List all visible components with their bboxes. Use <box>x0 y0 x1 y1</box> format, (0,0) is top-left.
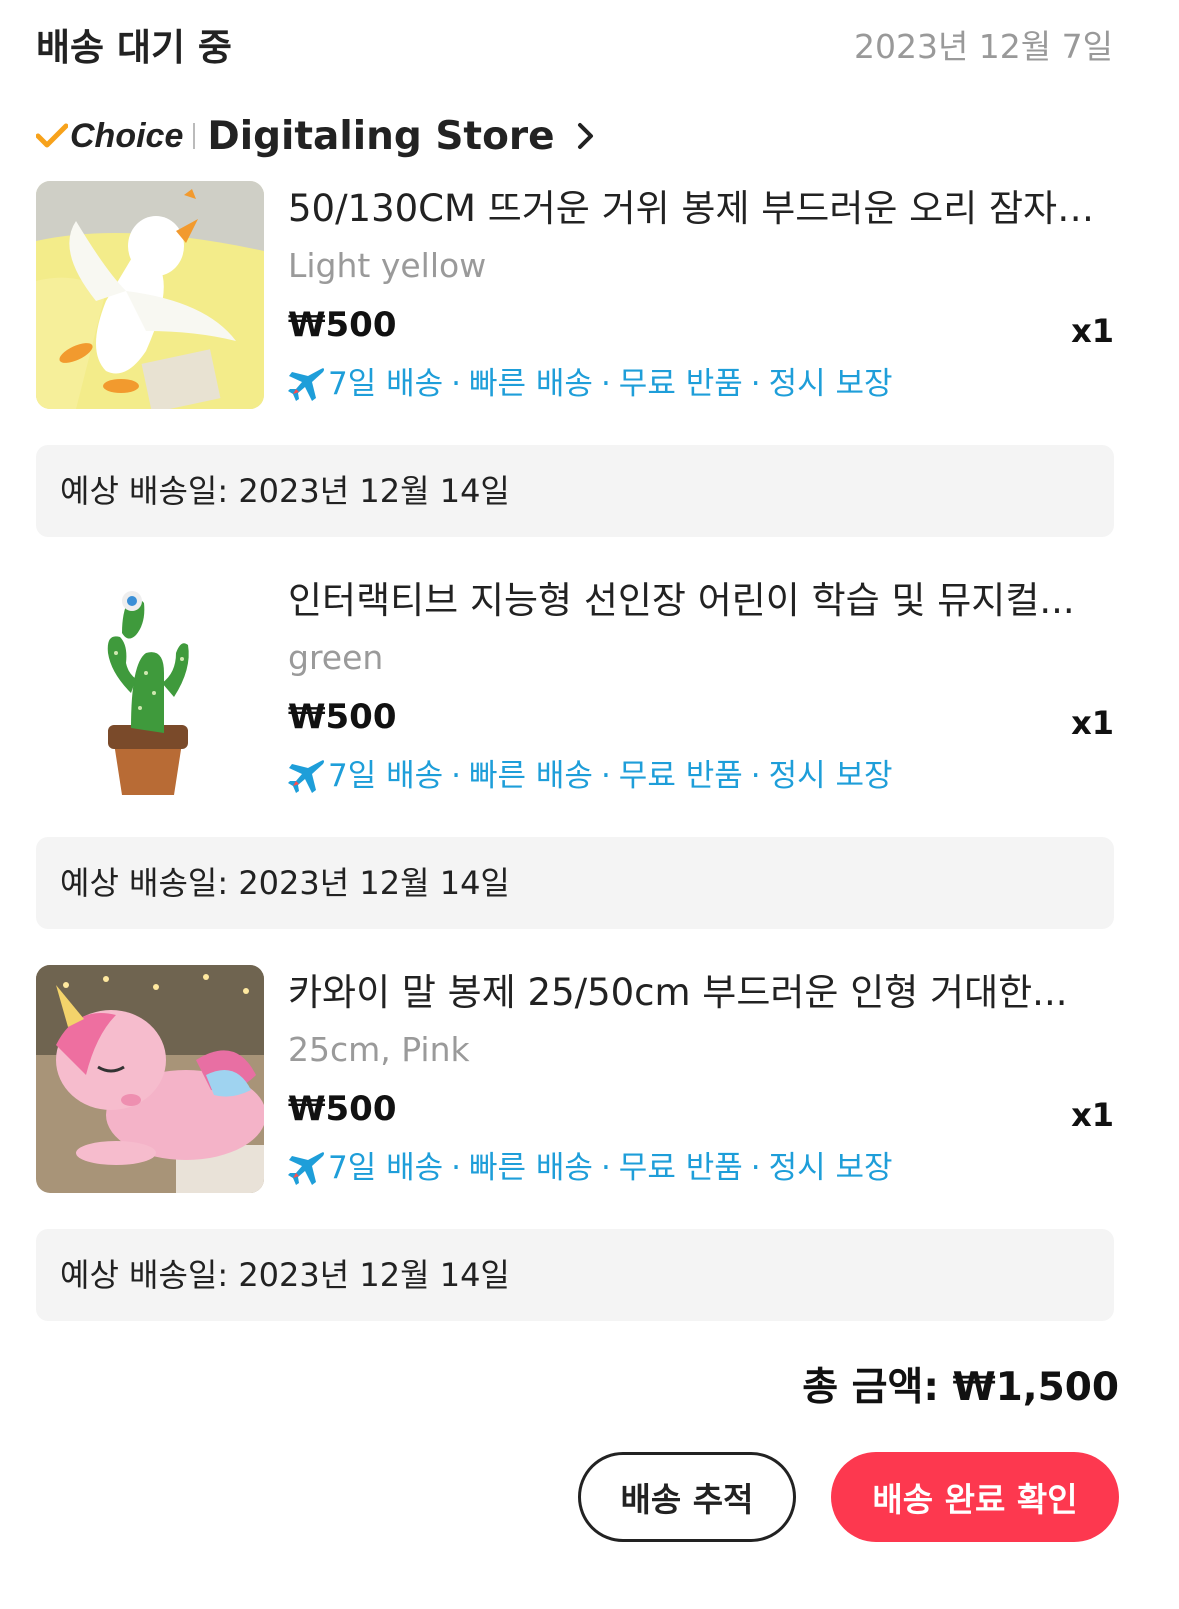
shipping-tag: 정시 보장 <box>768 366 893 402</box>
checkmark-icon <box>36 123 68 148</box>
product-title[interactable]: 50/130CM 뜨거운 거위 봉제 부드러운 오리 잠자… <box>288 181 1114 237</box>
product-variant: Light yellow <box>288 246 487 285</box>
estimated-delivery: 예상 배송일: 2023년 12월 14일 <box>36 837 1114 929</box>
airplane-icon <box>288 368 325 401</box>
track-shipment-button[interactable]: 배송 추적 <box>578 1452 796 1542</box>
confirm-delivery-button[interactable]: 배송 완료 확인 <box>831 1452 1119 1542</box>
shipping-tag: 빠른 배송 <box>469 1150 593 1186</box>
shipping-tags: 7일 배송 · 빠른 배송 · 무료 반품 · 정시 보장 <box>288 361 893 407</box>
choice-badge-label: Choice <box>70 116 184 155</box>
product-image-unicorn[interactable] <box>36 965 264 1193</box>
order-item[interactable]: 인터랙티브 지능형 선인장 어린이 학습 및 뮤지컬... green ₩500… <box>36 573 1114 805</box>
shipping-tag: 무료 반품 <box>618 758 743 794</box>
tag-separator: · <box>600 1150 611 1186</box>
shipping-tags: 7일 배송 · 빠른 배송 · 무료 반품 · 정시 보장 <box>288 753 893 799</box>
order-item[interactable]: 카와이 말 봉제 25/50cm 부드러운 인형 거대한... 25cm, Pi… <box>36 965 1114 1197</box>
product-title[interactable]: 인터랙티브 지능형 선인장 어린이 학습 및 뮤지컬... <box>288 573 1114 629</box>
tag-separator: · <box>750 1150 761 1186</box>
product-title[interactable]: 카와이 말 봉제 25/50cm 부드러운 인형 거대한... <box>288 965 1114 1021</box>
tag-separator: · <box>451 366 461 402</box>
store-name[interactable]: Digitaling Store <box>207 114 554 159</box>
order-date: 2023년 12월 7일 <box>853 27 1113 66</box>
chevron-right-icon[interactable] <box>575 121 597 151</box>
airplane-icon <box>288 760 325 793</box>
shipping-tag: 7일 배송 <box>328 1150 444 1186</box>
product-image-cactus[interactable] <box>36 573 264 801</box>
shipping-tag: 무료 반품 <box>618 1150 743 1186</box>
product-price: ₩500 <box>288 305 397 345</box>
tag-separator: · <box>600 758 611 794</box>
shipping-tag: 무료 반품 <box>618 366 743 402</box>
shipping-tag: 빠른 배송 <box>469 366 593 402</box>
estimated-delivery-text: 예상 배송일: 2023년 12월 14일 <box>60 864 510 902</box>
product-variant: green <box>288 638 384 677</box>
order-header: 배송 대기 중 2023년 12월 7일 <box>36 14 1113 74</box>
shipping-tag: 7일 배송 <box>328 758 444 794</box>
product-image-goose[interactable] <box>36 181 264 409</box>
tag-separator: · <box>750 366 761 402</box>
badge-divider <box>193 123 196 149</box>
tag-separator: · <box>600 366 611 402</box>
tag-separator: · <box>750 758 761 794</box>
order-total: 총 금액: ₩1,500 <box>802 1356 1119 1412</box>
shipping-tag: 7일 배송 <box>328 366 444 402</box>
store-link[interactable]: Choice Digitaling Store <box>36 104 597 168</box>
shipping-tags: 7일 배송 · 빠른 배송 · 무료 반품 · 정시 보장 <box>288 1145 893 1191</box>
estimated-delivery: 예상 배송일: 2023년 12월 14일 <box>36 445 1114 537</box>
order-item[interactable]: 50/130CM 뜨거운 거위 봉제 부드러운 오리 잠자… Light yel… <box>36 181 1114 413</box>
estimated-delivery-text: 예상 배송일: 2023년 12월 14일 <box>60 1256 510 1294</box>
estimated-delivery-text: 예상 배송일: 2023년 12월 14일 <box>60 472 510 510</box>
product-quantity: x1 <box>1071 1096 1114 1134</box>
choice-badge: Choice <box>36 117 183 156</box>
shipping-tag: 정시 보장 <box>768 758 893 794</box>
product-variant: 25cm, Pink <box>288 1030 470 1069</box>
product-quantity: x1 <box>1071 704 1114 742</box>
shipping-tag: 정시 보장 <box>768 1150 893 1186</box>
product-price: ₩500 <box>288 697 397 737</box>
order-status: 배송 대기 중 <box>36 26 232 69</box>
estimated-delivery: 예상 배송일: 2023년 12월 14일 <box>36 1229 1114 1321</box>
airplane-icon <box>288 1152 325 1185</box>
tag-separator: · <box>451 1150 461 1186</box>
product-quantity: x1 <box>1071 312 1114 350</box>
shipping-tag: 빠른 배송 <box>469 758 593 794</box>
order-total-text: 총 금액: ₩1,500 <box>802 1365 1119 1410</box>
product-price: ₩500 <box>288 1089 397 1129</box>
tag-separator: · <box>451 758 461 794</box>
